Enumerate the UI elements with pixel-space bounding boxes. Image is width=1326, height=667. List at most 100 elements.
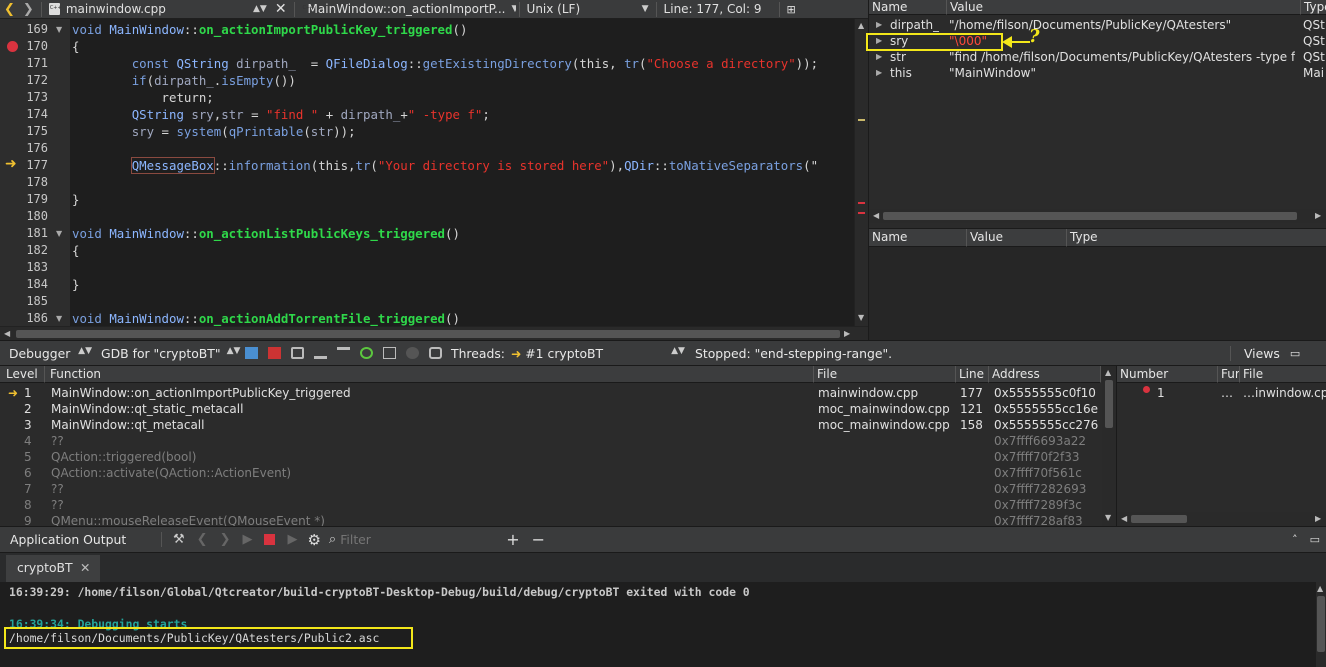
expand-arrow-icon[interactable]: ▶ [876, 65, 882, 81]
locals-horizontal-scrollbar[interactable]: ◀ ▶ [869, 209, 1326, 223]
code-line[interactable]: const QString dirpath_ = QFileDialog::ge… [72, 55, 818, 72]
stack-function[interactable]: ?? [51, 433, 64, 449]
stack-address[interactable]: 0x7ffff6693a22 [994, 433, 1086, 449]
stack-file[interactable]: moc_mainwindow.cpp [818, 401, 950, 417]
code-line[interactable]: } [72, 276, 79, 293]
bp-header-file[interactable]: File [1240, 366, 1326, 383]
back-arrow-icon[interactable]: ❮ [0, 0, 19, 19]
clean-icon[interactable]: ⚒ [173, 532, 185, 547]
stack-level[interactable]: 8 [24, 497, 32, 513]
stack-function[interactable]: MainWindow::qt_metacall [51, 417, 204, 433]
screenshot-icon[interactable] [429, 347, 442, 359]
code-line[interactable]: sry = system(qPrintable(str)); [72, 123, 356, 140]
code-line[interactable]: } [72, 191, 79, 208]
stack-level[interactable]: 6 [24, 465, 32, 481]
expand-arrow-icon[interactable]: ▶ [876, 49, 882, 65]
stack-header-address[interactable]: Address [989, 366, 1101, 383]
operate-by-instruction-icon[interactable] [383, 347, 396, 359]
stack-function[interactable]: ?? [51, 481, 64, 497]
stop-icon[interactable] [264, 534, 276, 545]
code-line[interactable]: { [72, 242, 79, 259]
stack-file[interactable]: moc_mainwindow.cpp [818, 417, 950, 433]
stack-address[interactable]: 0x7ffff7289f3c [994, 497, 1082, 513]
editor-vertical-scrollbar[interactable]: ▲ ▼ [854, 19, 868, 326]
breakpoint-icon[interactable] [7, 41, 18, 52]
maximize-icon[interactable]: ▭ [1290, 347, 1300, 360]
stack-level[interactable]: 5 [24, 449, 32, 465]
stack-header-level[interactable]: Level [0, 366, 45, 383]
fold-chevron-icon[interactable]: ▼ [56, 225, 62, 242]
collapse-up-icon[interactable]: ˄ [1292, 533, 1298, 546]
stack-level[interactable]: 3 [24, 417, 32, 433]
output-tab-cryptobt[interactable]: cryptoBT ✕ [6, 555, 100, 582]
zoom-in-icon[interactable]: + [506, 530, 519, 549]
code-line[interactable]: QMessageBox::information(this,tr("Your d… [72, 157, 818, 174]
stack-line[interactable]: 158 [960, 417, 983, 433]
attach-icon[interactable]: ▶ [287, 532, 297, 547]
expand-arrow-icon[interactable]: ▶ [876, 17, 882, 33]
watch-header-name[interactable]: Name [869, 229, 967, 247]
local-name[interactable]: this [890, 65, 912, 81]
filter-input[interactable] [340, 529, 501, 550]
record-icon[interactable] [406, 347, 419, 359]
zoom-out-icon[interactable]: − [532, 530, 545, 549]
output-scrollbar[interactable]: ▲ [1316, 582, 1326, 667]
stack-header-function[interactable]: Function [45, 366, 814, 383]
step-into-icon[interactable] [314, 347, 327, 359]
stack-function[interactable]: MainWindow::qt_static_metacall [51, 401, 243, 417]
local-type[interactable]: QSt [1303, 49, 1325, 65]
line-ending-selector[interactable]: Unix (LF) ▼ [523, 0, 653, 19]
stack-address[interactable]: 0x7ffff7282693 [994, 481, 1086, 497]
stack-address[interactable]: 0x5555555cc276 [994, 417, 1098, 433]
stack-function[interactable]: ?? [51, 497, 64, 513]
bp-header-number[interactable]: Number [1117, 366, 1218, 383]
editor-horizontal-scrollbar[interactable]: ◀ ▶ [0, 326, 868, 340]
bp-header-function[interactable]: Fur [1218, 366, 1240, 383]
code-line[interactable]: if(dirpath_.isEmpty()) [72, 72, 296, 89]
stack-header-file[interactable]: File [814, 366, 956, 383]
fold-chevron-icon[interactable]: ▼ [56, 21, 62, 38]
local-type[interactable]: QSt [1303, 33, 1325, 49]
stack-line[interactable]: 121 [960, 401, 983, 417]
output-text[interactable]: 16:39:29: /home/filson/Global/Qtcreator/… [0, 582, 1316, 667]
stack-scrollbar[interactable]: ▲ ▼ [1102, 366, 1116, 526]
stack-address[interactable]: 0x7ffff70f2f33 [994, 449, 1080, 465]
stack-function[interactable]: QAction::activate(QAction::ActionEvent) [51, 465, 291, 481]
local-value[interactable]: "MainWindow" [949, 65, 1295, 81]
code-line[interactable]: void MainWindow::on_actionImportPublicKe… [72, 21, 467, 38]
stack-level[interactable]: 4 [24, 433, 32, 449]
bp-number[interactable]: 1 [1157, 385, 1165, 401]
thread-selector[interactable]: ➜ #1 cryptoBT ▲▼ [505, 346, 685, 361]
stack-line[interactable]: 177 [960, 385, 983, 401]
stack-address[interactable]: 0x5555555c0f10 [994, 385, 1096, 401]
stack-level[interactable]: 7 [24, 481, 32, 497]
step-over-icon[interactable] [291, 347, 304, 359]
stack-address[interactable]: 0x7ffff70f561c [994, 465, 1082, 481]
watch-header-type[interactable]: Type [1067, 229, 1326, 247]
local-name[interactable]: str [890, 49, 906, 65]
symbol-selector[interactable]: MainWindow::on_actionImportP... ▼ [298, 0, 516, 19]
stop-debug-icon[interactable] [268, 347, 281, 359]
stack-level[interactable]: 2 [24, 401, 32, 417]
forward-arrow-icon[interactable]: ❯ [19, 0, 38, 19]
file-selector[interactable]: mainwindow.cpp ▲▼ [45, 0, 271, 19]
bp-file[interactable]: …inwindow.cpp [1243, 385, 1326, 401]
local-type[interactable]: Mai [1303, 65, 1324, 81]
search-icon[interactable]: ⌕ [329, 532, 336, 547]
views-button[interactable]: Views [1244, 346, 1280, 361]
fold-chevron-icon[interactable]: ▼ [56, 310, 62, 327]
next-icon[interactable]: ❯ [220, 532, 231, 547]
cursor-position[interactable]: Line: 177, Col: 9 [660, 0, 776, 19]
maximize-output-icon[interactable]: ▭ [1310, 533, 1320, 546]
local-name[interactable]: dirpath_ [890, 17, 939, 33]
split-icon[interactable]: ⊞ [783, 0, 800, 19]
debugger-engine-selector[interactable]: GDB for "cryptoBT" ▲▼ [92, 346, 240, 361]
continue-icon[interactable] [245, 347, 258, 359]
code-editor[interactable]: void MainWindow::on_actionImportPublicKe… [70, 19, 854, 326]
previous-icon[interactable]: ❮ [197, 532, 208, 547]
settings-gear-icon[interactable]: ⚙ [307, 531, 320, 549]
bp-function[interactable]: … [1221, 385, 1233, 401]
stack-function[interactable]: MainWindow::on_actionImportPublicKey_tri… [51, 385, 351, 401]
stack-file[interactable]: mainwindow.cpp [818, 385, 918, 401]
code-line[interactable]: void MainWindow::on_actionListPublicKeys… [72, 225, 460, 242]
